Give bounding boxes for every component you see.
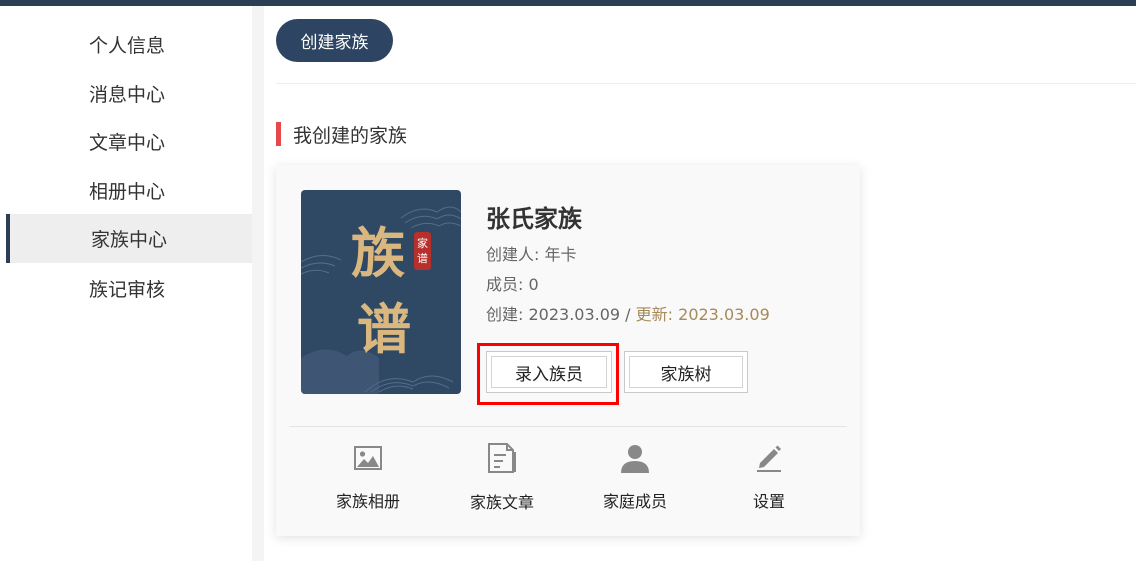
sidebar-item-articles[interactable]: 文章中心 xyxy=(6,117,252,166)
sidebar-item-label: 消息中心 xyxy=(89,84,166,106)
sidebar-item-albums[interactable]: 相册中心 xyxy=(6,166,252,215)
created-date: 创建: 2023.03.09 xyxy=(486,305,621,324)
sidebar-item-label: 族记审核 xyxy=(89,279,166,301)
sidebar-item-family-center[interactable]: 家族中心 xyxy=(6,214,252,263)
record-members-button[interactable]: 录入族员 xyxy=(486,351,612,393)
family-name[interactable]: 张氏家族 xyxy=(486,199,582,234)
updated-date: 更新: 2023.03.09 xyxy=(635,305,770,324)
sidebar-item-personal-info[interactable]: 个人信息 xyxy=(6,20,252,69)
family-member-count: 成员: 0 xyxy=(486,275,539,294)
sidebar-item-label: 相册中心 xyxy=(89,181,166,203)
family-members-action[interactable]: 家庭成员 xyxy=(580,442,690,512)
action-label: 设置 xyxy=(752,492,785,511)
family-articles-action[interactable]: 家族文章 xyxy=(447,442,557,512)
action-label: 家庭成员 xyxy=(602,492,667,511)
section-title-text: 我创建的家族 xyxy=(293,124,408,147)
family-cover-image[interactable]: 族 谱 家 谱 xyxy=(301,190,461,394)
main-content: 创建家族 我创建的家族 族 谱 家 谱 张氏家族 创建人: 年卡 成员: 0 创… xyxy=(264,6,1136,561)
sidebar-item-label: 家族中心 xyxy=(91,229,168,251)
action-label: 家族文章 xyxy=(469,493,534,512)
family-card: 族 谱 家 谱 张氏家族 创建人: 年卡 成员: 0 创建: 2023.03.0… xyxy=(276,165,860,536)
sidebar-item-label: 文章中心 xyxy=(89,132,166,154)
date-separator: / xyxy=(620,305,636,324)
divider xyxy=(276,83,1136,84)
settings-action[interactable]: 设置 xyxy=(714,442,824,512)
family-tree-button[interactable]: 家族树 xyxy=(624,351,748,393)
family-creator: 创建人: 年卡 xyxy=(486,245,577,264)
sidebar: 个人信息 消息中心 文章中心 相册中心 家族中心 族记审核 xyxy=(6,6,252,561)
cover-title-char: 族 xyxy=(351,221,405,285)
create-family-button[interactable]: 创建家族 xyxy=(276,19,393,62)
pencil-icon xyxy=(752,442,786,473)
family-dates: 创建: 2023.03.09 / 更新: 2023.03.09 xyxy=(486,301,770,325)
sidebar-item-record-review[interactable]: 族记审核 xyxy=(6,264,252,313)
divider xyxy=(289,426,847,427)
document-icon xyxy=(485,442,519,474)
sidebar-gutter xyxy=(252,6,264,561)
cover-seal-char: 家 xyxy=(417,237,428,250)
sidebar-item-label: 个人信息 xyxy=(89,35,166,57)
cover-title-char: 谱 xyxy=(357,297,411,361)
section-title: 我创建的家族 xyxy=(276,122,408,147)
action-label: 家族相册 xyxy=(335,492,400,511)
user-icon xyxy=(618,442,652,473)
section-title-accent xyxy=(276,122,281,146)
cover-seal-char: 谱 xyxy=(417,252,428,265)
image-icon xyxy=(351,442,385,473)
cover-seal: 家 谱 xyxy=(414,232,431,270)
sidebar-item-messages[interactable]: 消息中心 xyxy=(6,69,252,118)
family-album-action[interactable]: 家族相册 xyxy=(313,442,423,512)
